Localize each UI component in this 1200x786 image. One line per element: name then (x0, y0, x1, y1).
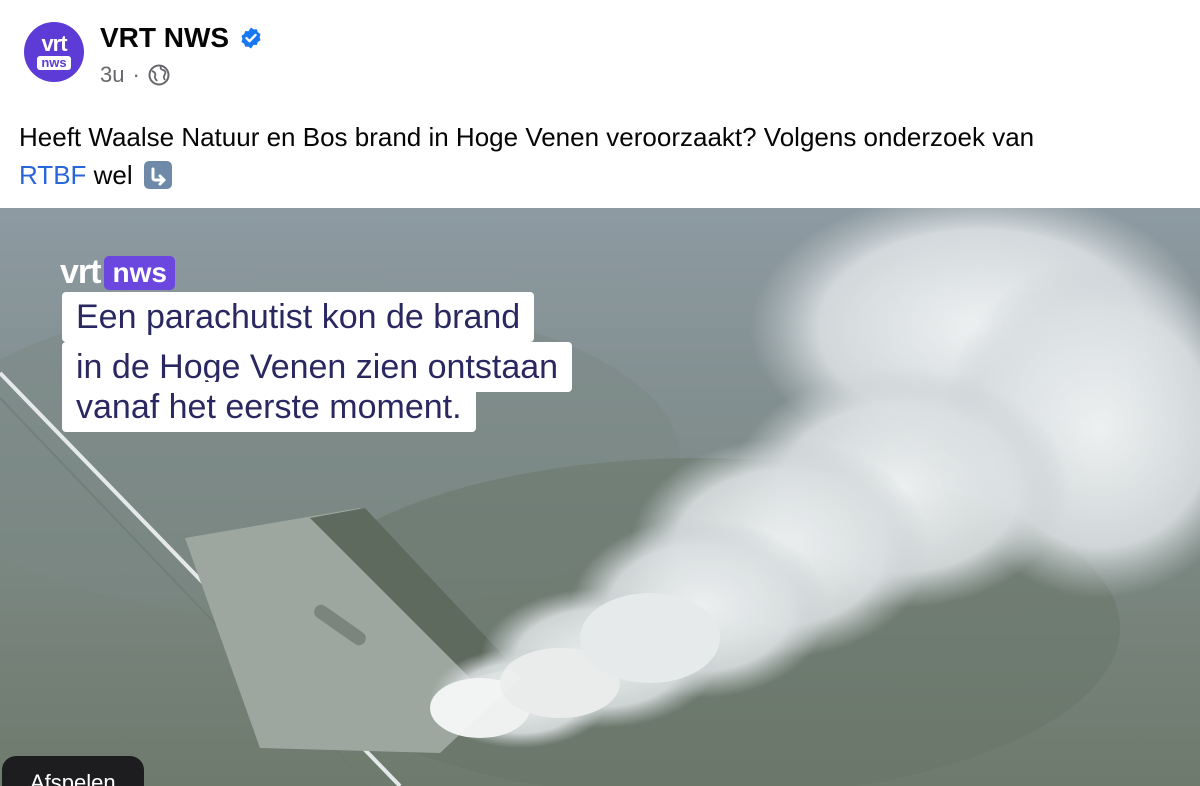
post-caption: Heeft Waalse Natuur en Bos brand in Hoge… (19, 118, 1179, 194)
page-avatar[interactable]: vrt nws (24, 22, 84, 82)
video-player[interactable]: vrt nws Een parachutist kon de brand in … (0, 208, 1200, 786)
globe-icon (148, 64, 170, 86)
down-right-arrow-icon (143, 161, 172, 189)
video-logo-vrt: vrt (60, 253, 101, 291)
overlay-line-3: vanaf het eerste moment. (62, 382, 476, 432)
video-logo: vrt nws (60, 253, 175, 292)
meta-separator: · (132, 62, 140, 87)
avatar-brand-vrt: vrt (41, 31, 67, 56)
caption-text: Heeft Waalse Natuur en Bos brand in Hoge… (19, 122, 1035, 152)
post-time[interactable]: 3u (100, 62, 124, 88)
page-name-row: VRT NWS (100, 22, 263, 54)
rtbf-link[interactable]: RTBF (19, 160, 86, 190)
caption-text-end: wel (93, 160, 133, 190)
avatar-brand-nws: nws (37, 56, 71, 70)
verified-badge-icon (241, 27, 261, 49)
video-logo-nws: nws (104, 255, 175, 290)
page-name[interactable]: VRT NWS (100, 22, 229, 54)
overlay-line-1: Een parachutist kon de brand (62, 292, 535, 342)
post-meta: 3u · (100, 62, 170, 88)
play-button[interactable]: Afspelen (2, 756, 144, 786)
